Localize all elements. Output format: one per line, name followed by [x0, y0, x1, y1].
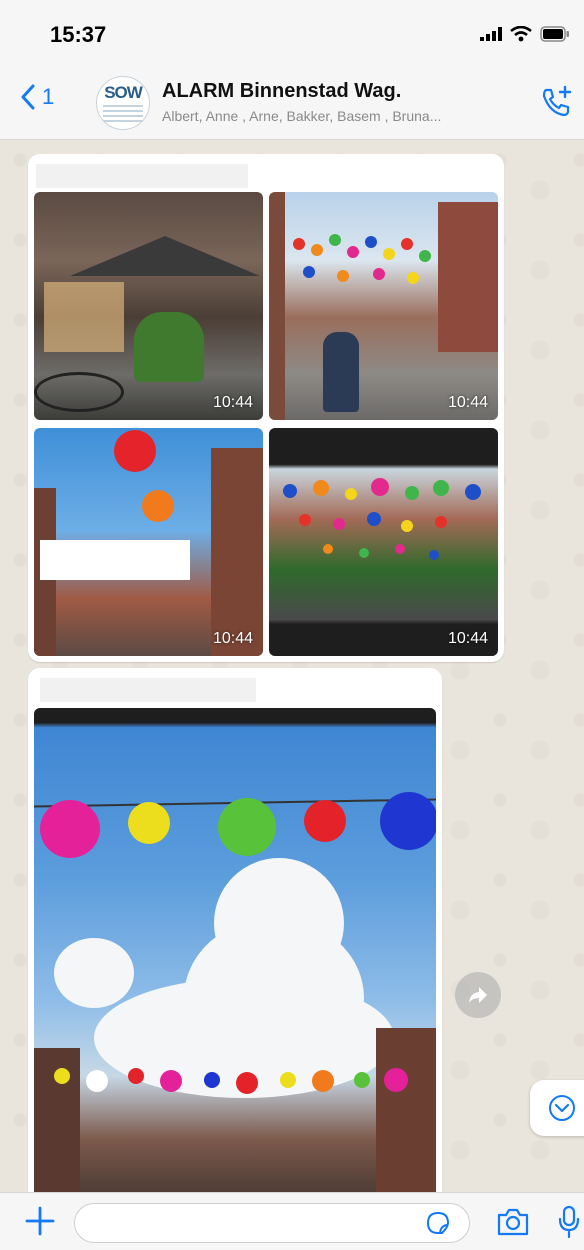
sticker-button[interactable]: [426, 1211, 450, 1240]
wifi-icon: [510, 26, 532, 42]
lower-lantern-row: [54, 1064, 414, 1094]
add-call-icon: [542, 85, 572, 117]
photo-timestamp: 10:44: [447, 394, 488, 411]
lantern-street-photo[interactable]: [34, 708, 436, 1198]
chat-area[interactable]: 10:44 10:44 10:44 10:44: [0, 140, 584, 1198]
message-input-bar: [0, 1192, 584, 1250]
microphone-icon: [558, 1205, 580, 1239]
bicycle-shape: [34, 372, 124, 412]
chat-participants[interactable]: Albert, Anne , Arne, Bakker, Basem , Bru…: [162, 108, 528, 124]
status-time: 15:37: [50, 22, 107, 47]
building-right: [438, 202, 498, 352]
battery-icon: [540, 26, 569, 42]
chevron-down-icon: [549, 1095, 575, 1121]
umbrella-shape: [70, 236, 260, 276]
back-chevron-icon: [21, 84, 35, 110]
attach-button[interactable]: [24, 1205, 56, 1242]
forward-button[interactable]: [455, 972, 501, 1018]
status-bar: 15:37: [0, 0, 584, 62]
plus-icon: [25, 1206, 55, 1236]
microphone-button[interactable]: [558, 1205, 580, 1244]
storefront-window: [44, 282, 124, 352]
building-left: [269, 192, 285, 420]
unread-count: 1: [42, 84, 55, 109]
scroll-to-bottom-button[interactable]: [530, 1080, 584, 1136]
album-message-bubble[interactable]: 10:44 10:44 10:44 10:44: [28, 154, 504, 662]
yellow-lantern: [128, 802, 170, 844]
chat-header: 1 SOW ALARM Binnenstad Wag. Albert, Anne…: [0, 62, 584, 140]
redacted-overlay: [40, 540, 190, 580]
status-icons: [480, 26, 570, 42]
camera-button[interactable]: [496, 1207, 530, 1242]
sticker-icon: [426, 1211, 450, 1234]
photo-timestamp: 10:44: [212, 630, 253, 647]
blue-lantern: [380, 792, 436, 850]
redacted-sender-name: [40, 678, 256, 702]
plant-shape: [134, 312, 204, 382]
message-input[interactable]: [74, 1203, 470, 1243]
camera-icon: [497, 1208, 529, 1236]
avatar-logo-subtext: [103, 105, 143, 123]
add-call-button[interactable]: [538, 84, 574, 125]
green-lantern: [218, 798, 276, 856]
photo-timestamp: 10:44: [212, 394, 253, 411]
avatar-logo-text: SOW: [104, 83, 143, 102]
building-right: [376, 1028, 436, 1198]
signal-icon: [480, 27, 502, 41]
back-button[interactable]: 1: [20, 84, 54, 110]
album-photo-1[interactable]: 10:44: [34, 192, 263, 420]
lantern-cluster: [293, 232, 443, 292]
chat-title[interactable]: ALARM Binnenstad Wag.: [162, 80, 401, 103]
pink-lantern: [40, 800, 100, 858]
lantern-cluster: [283, 478, 483, 568]
album-photo-3[interactable]: 10:44: [34, 428, 263, 656]
building-right: [211, 448, 263, 656]
album-photo-4[interactable]: 10:44: [269, 428, 498, 656]
photo-timestamp: 10:44: [447, 630, 488, 647]
cyclist-shape: [323, 332, 359, 412]
forward-icon: [469, 987, 487, 1003]
red-lantern: [304, 800, 346, 842]
group-avatar[interactable]: SOW: [96, 76, 150, 130]
redacted-sender-name: [36, 164, 248, 188]
album-photo-2[interactable]: 10:44: [269, 192, 498, 420]
photo-message-bubble[interactable]: [28, 668, 442, 1198]
